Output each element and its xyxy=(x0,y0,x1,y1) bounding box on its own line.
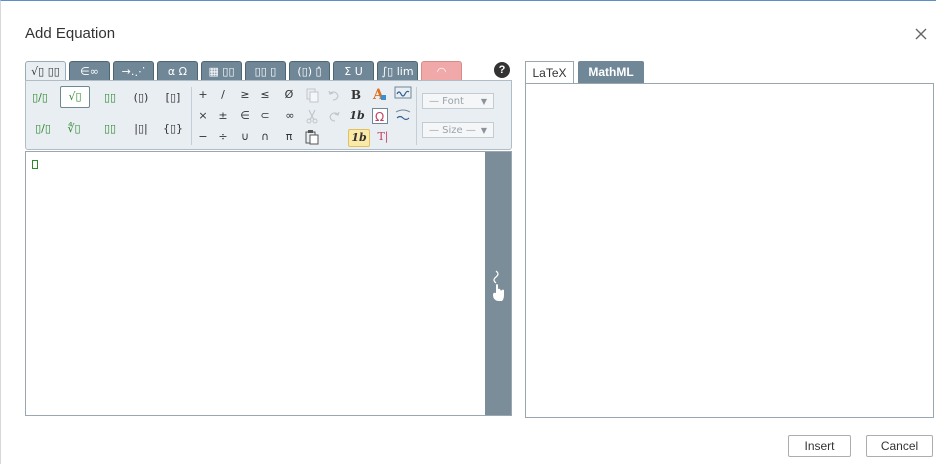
palette-divider xyxy=(191,87,192,145)
subset-button[interactable]: ⊂ xyxy=(258,108,272,124)
tab-symbols[interactable]: ∈∞ xyxy=(69,61,110,81)
copy-icon[interactable] xyxy=(304,87,320,103)
handwriting-recognition-icon[interactable] xyxy=(394,85,412,101)
tab-handwriting[interactable]: ◠ xyxy=(421,61,462,81)
italic-button[interactable]: 1b xyxy=(348,108,366,124)
bevel-fraction-button[interactable]: ▯/▯ xyxy=(31,121,55,137)
undo-icon[interactable] xyxy=(326,87,342,103)
empty-set-button[interactable]: Ø xyxy=(282,87,296,103)
equation-editor-area[interactable] xyxy=(25,151,512,416)
add-equation-dialog: Add Equation √▯ ▯▯ ∈∞ →.⋰ α Ω ▦ ▯▯ ▯▯ ▯ … xyxy=(0,0,936,464)
text-color-icon[interactable]: A xyxy=(370,85,388,103)
tab-mathml[interactable]: MathML xyxy=(578,61,644,83)
dialog-title: Add Equation xyxy=(25,25,116,42)
tab-decorations[interactable]: (▯) ▯̂ xyxy=(289,61,330,81)
minus-button[interactable]: − xyxy=(196,129,210,145)
tab-latex[interactable]: LaTeX xyxy=(525,61,574,83)
element-of-button[interactable]: ∈ xyxy=(238,108,252,124)
subscript-button[interactable]: ▯▯ xyxy=(100,121,120,137)
slash-button[interactable]: / xyxy=(216,87,230,103)
insert-button[interactable]: Insert xyxy=(788,435,851,457)
placeholder-box xyxy=(32,160,38,169)
font-dropdown-label: — Font xyxy=(429,95,464,107)
svg-text:Ω: Ω xyxy=(375,110,384,123)
fraction-button[interactable]: ▯/▯ xyxy=(31,90,49,106)
divide-button[interactable]: ÷ xyxy=(216,129,230,145)
tab-scripts[interactable]: ▯▯ ▯ xyxy=(245,61,286,81)
help-icon[interactable]: ? xyxy=(494,62,510,78)
cut-icon[interactable] xyxy=(304,108,320,124)
absolute-value-button[interactable]: |▯| xyxy=(128,121,154,137)
pi-button[interactable]: π xyxy=(282,129,296,145)
palette-divider xyxy=(416,87,417,145)
plus-button[interactable]: + xyxy=(196,87,210,103)
formula-icon[interactable] xyxy=(394,107,412,123)
size-dropdown-label: — Size — xyxy=(429,124,476,136)
redo-icon[interactable] xyxy=(326,108,342,124)
hand-pointer-icon xyxy=(490,267,506,303)
parentheses-button[interactable]: (▯) xyxy=(128,90,154,106)
tab-calculus[interactable]: ∫▯ lim xyxy=(377,61,418,81)
text-mode-button[interactable]: T| xyxy=(374,129,392,145)
chevron-down-icon: ▼ xyxy=(480,96,487,106)
intersect-button[interactable]: ∩ xyxy=(258,129,272,145)
font-dropdown[interactable]: — Font ▼ xyxy=(422,93,494,109)
special-char-icon[interactable]: Ω xyxy=(372,108,388,124)
symbol-palette: ▯/▯ √▯ ▯▯ (▯) [▯] ▯/▯ ∜▯ ▯▯ |▯| {▯} + / … xyxy=(25,80,512,150)
output-preview-pane[interactable] xyxy=(525,83,934,418)
chevron-down-icon: ▼ xyxy=(480,125,487,135)
brackets-button[interactable]: [▯] xyxy=(160,90,186,106)
tab-matrices[interactable]: ▦ ▯▯ xyxy=(201,61,242,81)
union-button[interactable]: ∪ xyxy=(238,129,252,145)
braces-button[interactable]: {▯} xyxy=(160,121,186,137)
leq-button[interactable]: ≤ xyxy=(258,87,272,103)
geq-button[interactable]: ≥ xyxy=(238,87,252,103)
tab-big-operators[interactable]: Σ U xyxy=(333,61,374,81)
superscript-button[interactable]: ▯▯ xyxy=(100,90,120,106)
plus-minus-button[interactable]: ± xyxy=(216,108,230,124)
paste-icon[interactable] xyxy=(304,129,320,145)
bold-button[interactable]: B xyxy=(348,87,364,103)
size-dropdown[interactable]: — Size — ▼ xyxy=(422,122,494,138)
math-italic-button[interactable]: 1b xyxy=(348,129,370,147)
nth-root-button[interactable]: ∜▯ xyxy=(62,121,86,137)
cancel-button[interactable]: Cancel xyxy=(866,435,933,457)
tab-greek[interactable]: α Ω xyxy=(157,61,198,81)
close-icon[interactable] xyxy=(914,27,928,41)
tab-arrows[interactable]: →.⋰ xyxy=(113,61,154,81)
infinity-button[interactable]: ∞ xyxy=(282,108,298,124)
sqrt-button[interactable]: √▯ xyxy=(60,86,90,108)
times-button[interactable]: × xyxy=(196,108,210,124)
tab-fractions-roots[interactable]: √▯ ▯▯ xyxy=(25,61,66,81)
handwriting-panel-toggle[interactable] xyxy=(485,152,511,415)
